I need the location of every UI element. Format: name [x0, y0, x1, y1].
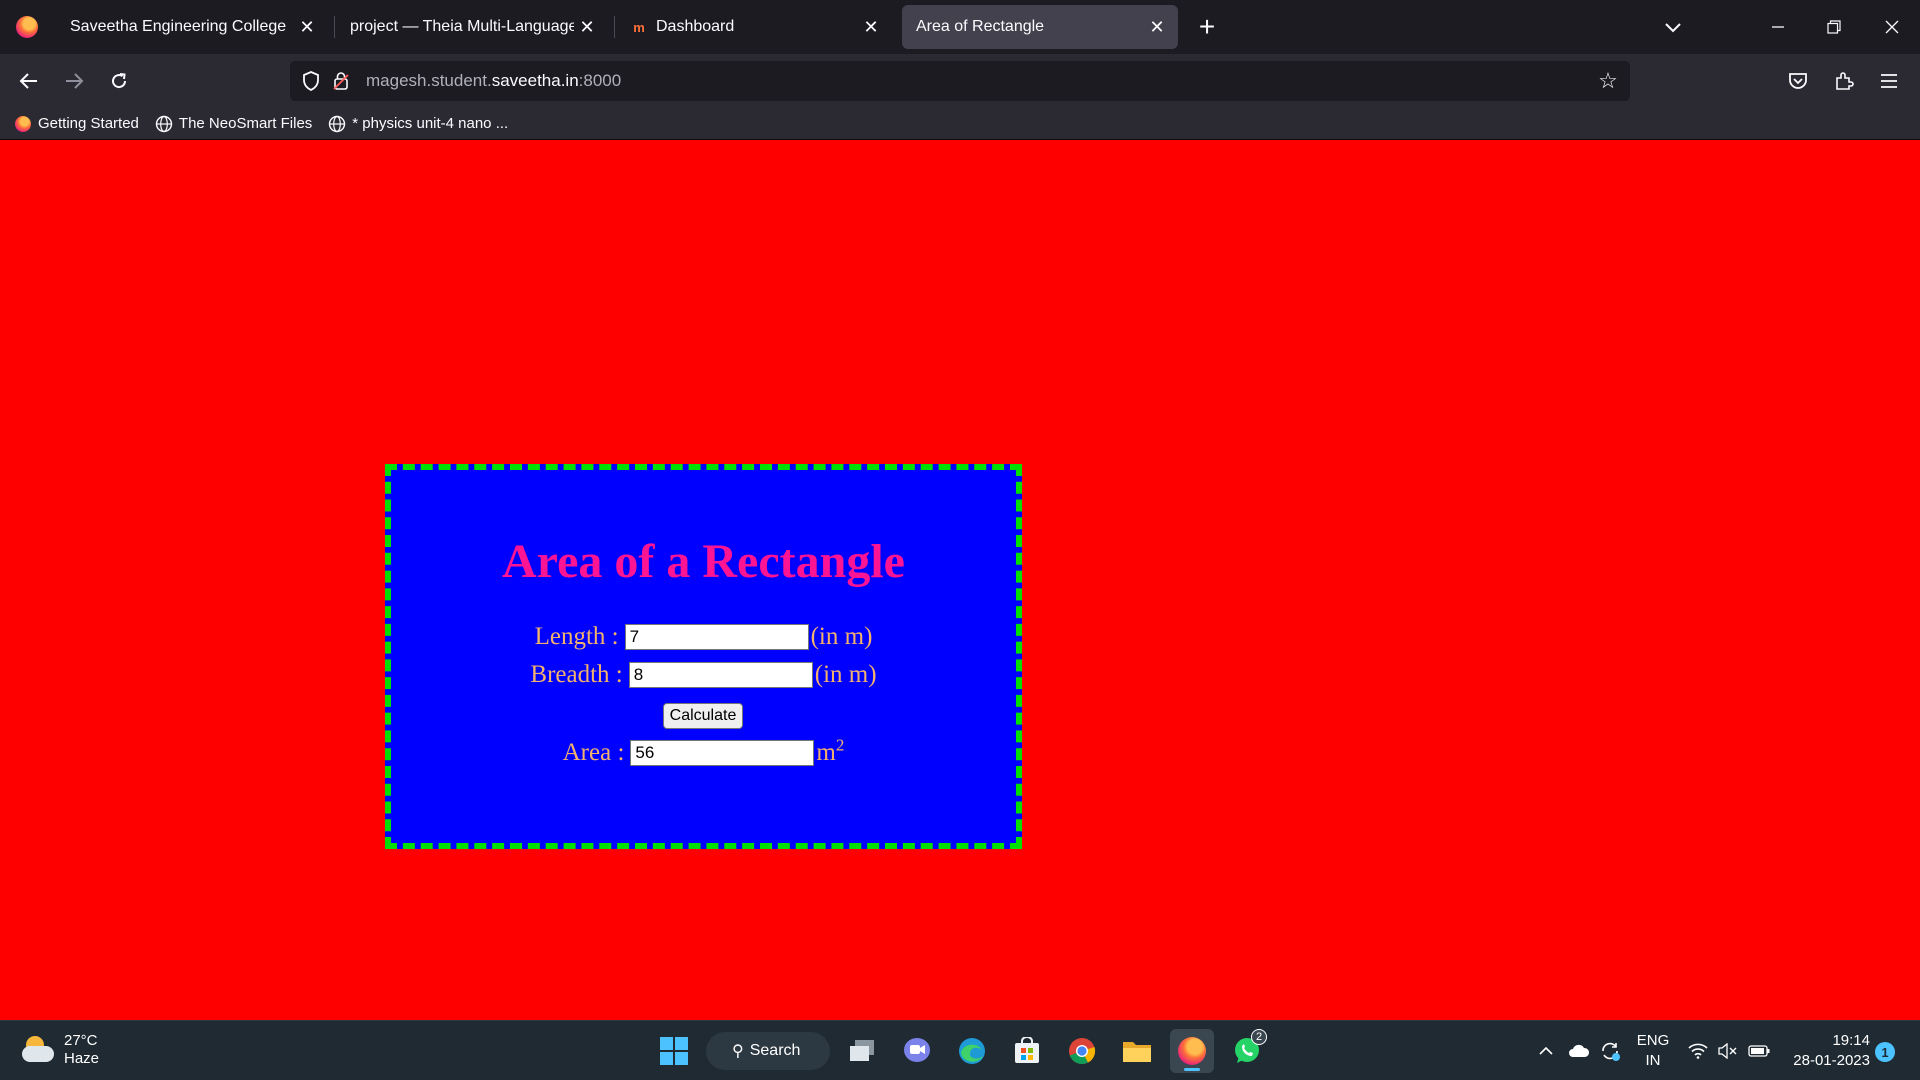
partly-cloudy-icon: [22, 1034, 54, 1066]
language-indicator[interactable]: ENG IN: [1636, 1031, 1670, 1071]
area-label: Area :: [562, 739, 625, 766]
bookmark-neosmart-files[interactable]: The NeoSmart Files: [155, 115, 312, 133]
system-clock[interactable]: 19:14 28-01-2023: [1780, 1031, 1870, 1071]
breadth-unit: (in m): [814, 661, 877, 688]
tab-saveetha[interactable]: Saveetha Engineering College ✕: [56, 5, 328, 49]
bookmarks-toolbar: Getting Started The NeoSmart Files * phy…: [0, 108, 1920, 140]
chevron-up-icon[interactable]: [1538, 1021, 1558, 1080]
hamburger-menu-icon[interactable]: [1872, 64, 1906, 98]
close-window-icon[interactable]: [1864, 0, 1920, 54]
taskbar-search-button[interactable]: ⚲ Search: [706, 1032, 830, 1070]
active-app-indicator: [1184, 1068, 1200, 1071]
windows-taskbar: 27°C Haze ⚲ Search 2 ENG IN 19:14 28-01-…: [0, 1020, 1920, 1080]
calculator-box: Area of a Rectangle Length : (in m) Brea…: [385, 464, 1022, 849]
bookmark-getting-started[interactable]: Getting Started: [14, 115, 139, 133]
whatsapp-notification-badge: 2: [1251, 1029, 1267, 1045]
page-title: Area of a Rectangle: [502, 535, 905, 588]
breadth-input[interactable]: [628, 662, 813, 688]
chevron-down-icon[interactable]: [1656, 10, 1690, 44]
url-host: saveetha.in: [491, 71, 579, 90]
tab-theia-project[interactable]: project — Theia Multi-Language Ex ✕: [336, 5, 608, 49]
close-tab-icon[interactable]: ✕: [1144, 14, 1170, 40]
minimize-icon[interactable]: [1750, 0, 1806, 54]
bookmark-star-icon[interactable]: ☆: [1594, 67, 1622, 95]
task-view-icon[interactable]: [840, 1029, 884, 1073]
language-code: ENG: [1636, 1032, 1670, 1049]
area-output[interactable]: [630, 740, 815, 766]
navigation-toolbar: magesh.student.saveetha.in:8000 ☆: [0, 54, 1920, 108]
tab-separator: [334, 16, 335, 38]
forward-arrow-icon[interactable]: [57, 64, 91, 98]
weather-description: Haze: [64, 1050, 100, 1067]
firefox-menu-icon[interactable]: [0, 0, 54, 54]
new-tab-plus-icon[interactable]: +: [1190, 10, 1224, 44]
sync-icon[interactable]: [1599, 1021, 1623, 1080]
chrome-icon[interactable]: [1060, 1029, 1104, 1073]
wifi-icon[interactable]: [1688, 1021, 1710, 1080]
file-explorer-icon[interactable]: [1115, 1029, 1159, 1073]
tab-separator: [614, 16, 615, 38]
bookmark-label: * physics unit-4 nano ...: [352, 115, 509, 132]
clock-time: 19:14: [1832, 1032, 1870, 1049]
weather-widget[interactable]: 27°C Haze: [22, 1032, 99, 1068]
breadth-label: Breadth :: [530, 661, 623, 688]
language-region: IN: [1645, 1052, 1661, 1069]
microsoft-store-icon[interactable]: [1005, 1029, 1049, 1073]
close-tab-icon[interactable]: ✕: [294, 14, 320, 40]
back-arrow-icon[interactable]: [12, 64, 46, 98]
url-prefix: magesh.student.: [366, 71, 492, 90]
tab-title: Saveetha Engineering College: [70, 18, 287, 35]
tab-dashboard[interactable]: m Dashboard ✕: [616, 5, 892, 49]
firefox-taskbar-icon[interactable]: [1170, 1029, 1214, 1073]
tab-title: project — Theia Multi-Language Ex: [350, 18, 574, 35]
lock-icon[interactable]: [326, 61, 356, 101]
tab-area-of-rectangle[interactable]: Area of Rectangle ✕: [902, 5, 1178, 49]
restore-icon[interactable]: [1806, 0, 1862, 54]
area-unit-exponent: 2: [835, 735, 845, 755]
search-label: Search: [749, 1042, 801, 1059]
whatsapp-icon[interactable]: 2: [1225, 1029, 1269, 1073]
address-bar[interactable]: magesh.student.saveetha.in:8000 ☆: [290, 61, 1630, 101]
moodle-icon: m: [633, 19, 645, 35]
teams-chat-icon[interactable]: [895, 1029, 939, 1073]
close-tab-icon[interactable]: ✕: [858, 14, 884, 40]
pocket-icon[interactable]: [1781, 64, 1815, 98]
globe-icon: [328, 115, 346, 133]
url-text: magesh.student.saveetha.in:8000: [366, 71, 621, 91]
length-label: Length :: [534, 623, 619, 650]
tab-title: Dashboard: [656, 18, 735, 35]
battery-icon[interactable]: [1748, 1021, 1772, 1080]
url-port: :8000: [578, 71, 622, 90]
firefox-icon: [14, 115, 32, 133]
windows-start-icon[interactable]: [652, 1029, 696, 1073]
area-unit-base: m: [816, 739, 836, 766]
notification-count-badge[interactable]: 1: [1875, 1042, 1895, 1062]
close-tab-icon[interactable]: ✕: [574, 14, 600, 40]
length-unit: (in m): [810, 623, 873, 650]
reload-icon[interactable]: [102, 64, 136, 98]
calculate-button[interactable]: Calculate: [663, 703, 743, 729]
speaker-muted-icon[interactable]: [1718, 1021, 1740, 1080]
length-input[interactable]: [624, 624, 809, 650]
bookmark-label: Getting Started: [38, 115, 139, 132]
onedrive-cloud-icon[interactable]: [1568, 1021, 1592, 1080]
breadth-row: Breadth : (in m): [391, 661, 1016, 689]
search-icon: ⚲: [732, 1043, 744, 1060]
shield-icon[interactable]: [296, 61, 326, 101]
extensions-puzzle-icon[interactable]: [1827, 64, 1861, 98]
length-row: Length : (in m): [391, 623, 1016, 651]
bookmark-label: The NeoSmart Files: [178, 115, 313, 132]
weather-temperature: 27°C: [64, 1032, 98, 1049]
area-row: Area : m2: [391, 735, 1016, 767]
clock-date: 28-01-2023: [1793, 1052, 1870, 1069]
globe-icon: [155, 115, 173, 133]
bookmark-physics-unit-4[interactable]: * physics unit-4 nano ...: [328, 115, 508, 133]
tab-title: Area of Rectangle: [916, 18, 1045, 35]
edge-browser-icon[interactable]: [950, 1029, 994, 1073]
area-unit: m2: [816, 735, 845, 767]
tab-bar: Saveetha Engineering College ✕ project —…: [0, 0, 1920, 54]
page-content: Area of a Rectangle Length : (in m) Brea…: [0, 141, 1920, 1019]
